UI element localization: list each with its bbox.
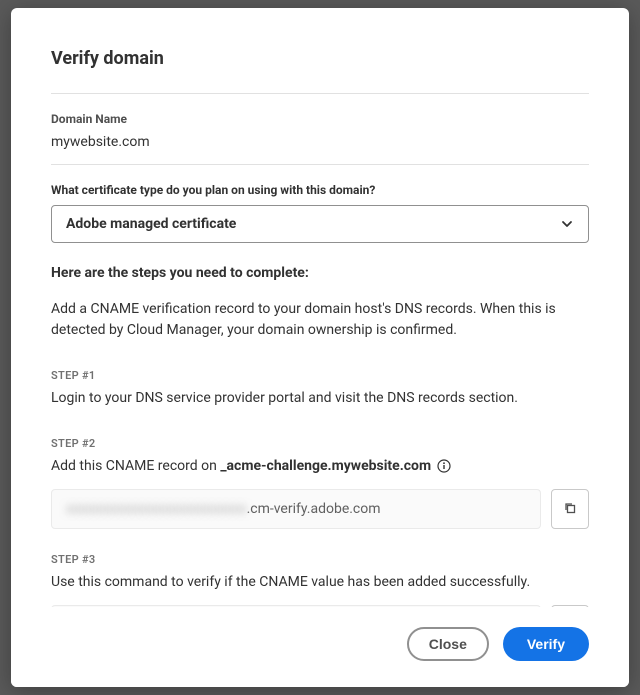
dig-command-box[interactable]: dig _acme-challenge.mywebsite.com cname xyxy=(51,605,541,607)
step-3-text: Use this command to verify if the CNAME … xyxy=(51,572,589,593)
step-1-text: Login to your DNS service provider porta… xyxy=(51,388,589,409)
steps-description: Add a CNAME verification record to your … xyxy=(51,299,589,341)
step-1: STEP #1 Login to your DNS service provid… xyxy=(51,369,589,409)
verify-button[interactable]: Verify xyxy=(503,627,589,661)
divider xyxy=(51,164,589,165)
copy-icon xyxy=(563,500,577,519)
steps-intro: Here are the steps you need to complete: xyxy=(51,265,589,281)
step-2-number: STEP #2 xyxy=(51,437,589,450)
divider xyxy=(51,93,589,94)
domain-name-value: mywebsite.com xyxy=(51,134,589,150)
step-2-text: Add this CNAME record on _acme-challenge… xyxy=(51,456,589,477)
step-1-number: STEP #1 xyxy=(51,369,589,382)
cname-value-suffix: .cm-verify.adobe.com xyxy=(247,501,381,517)
step-2: STEP #2 Add this CNAME record on _acme-c… xyxy=(51,437,589,529)
verify-domain-dialog: Verify domain Domain Name mywebsite.com … xyxy=(11,8,629,687)
dialog-footer: Close Verify xyxy=(11,607,629,687)
close-button[interactable]: Close xyxy=(407,627,489,661)
domain-name-label: Domain Name xyxy=(51,112,589,126)
copy-command-button[interactable] xyxy=(551,605,589,607)
dialog-title: Verify domain xyxy=(51,48,589,69)
chevron-down-icon xyxy=(560,217,574,231)
step-2-prefix: Add this CNAME record on xyxy=(51,458,220,474)
cname-value-masked: xxxxxxxxxxxxxxxxxxxxxxxxxx xyxy=(66,501,247,517)
info-icon[interactable] xyxy=(437,459,451,473)
certificate-type-selected: Adobe managed certificate xyxy=(66,216,236,232)
cname-host: _acme-challenge.mywebsite.com xyxy=(220,458,431,474)
step-3: STEP #3 Use this command to verify if th… xyxy=(51,553,589,607)
copy-cname-button[interactable] xyxy=(551,489,589,529)
dialog-body: Verify domain Domain Name mywebsite.com … xyxy=(11,8,629,607)
cname-value-box[interactable]: xxxxxxxxxxxxxxxxxxxxxxxxxx.cm-verify.ado… xyxy=(51,489,541,529)
certificate-type-label: What certificate type do you plan on usi… xyxy=(51,183,589,197)
certificate-type-select[interactable]: Adobe managed certificate xyxy=(51,205,589,243)
step-3-number: STEP #3 xyxy=(51,553,589,566)
